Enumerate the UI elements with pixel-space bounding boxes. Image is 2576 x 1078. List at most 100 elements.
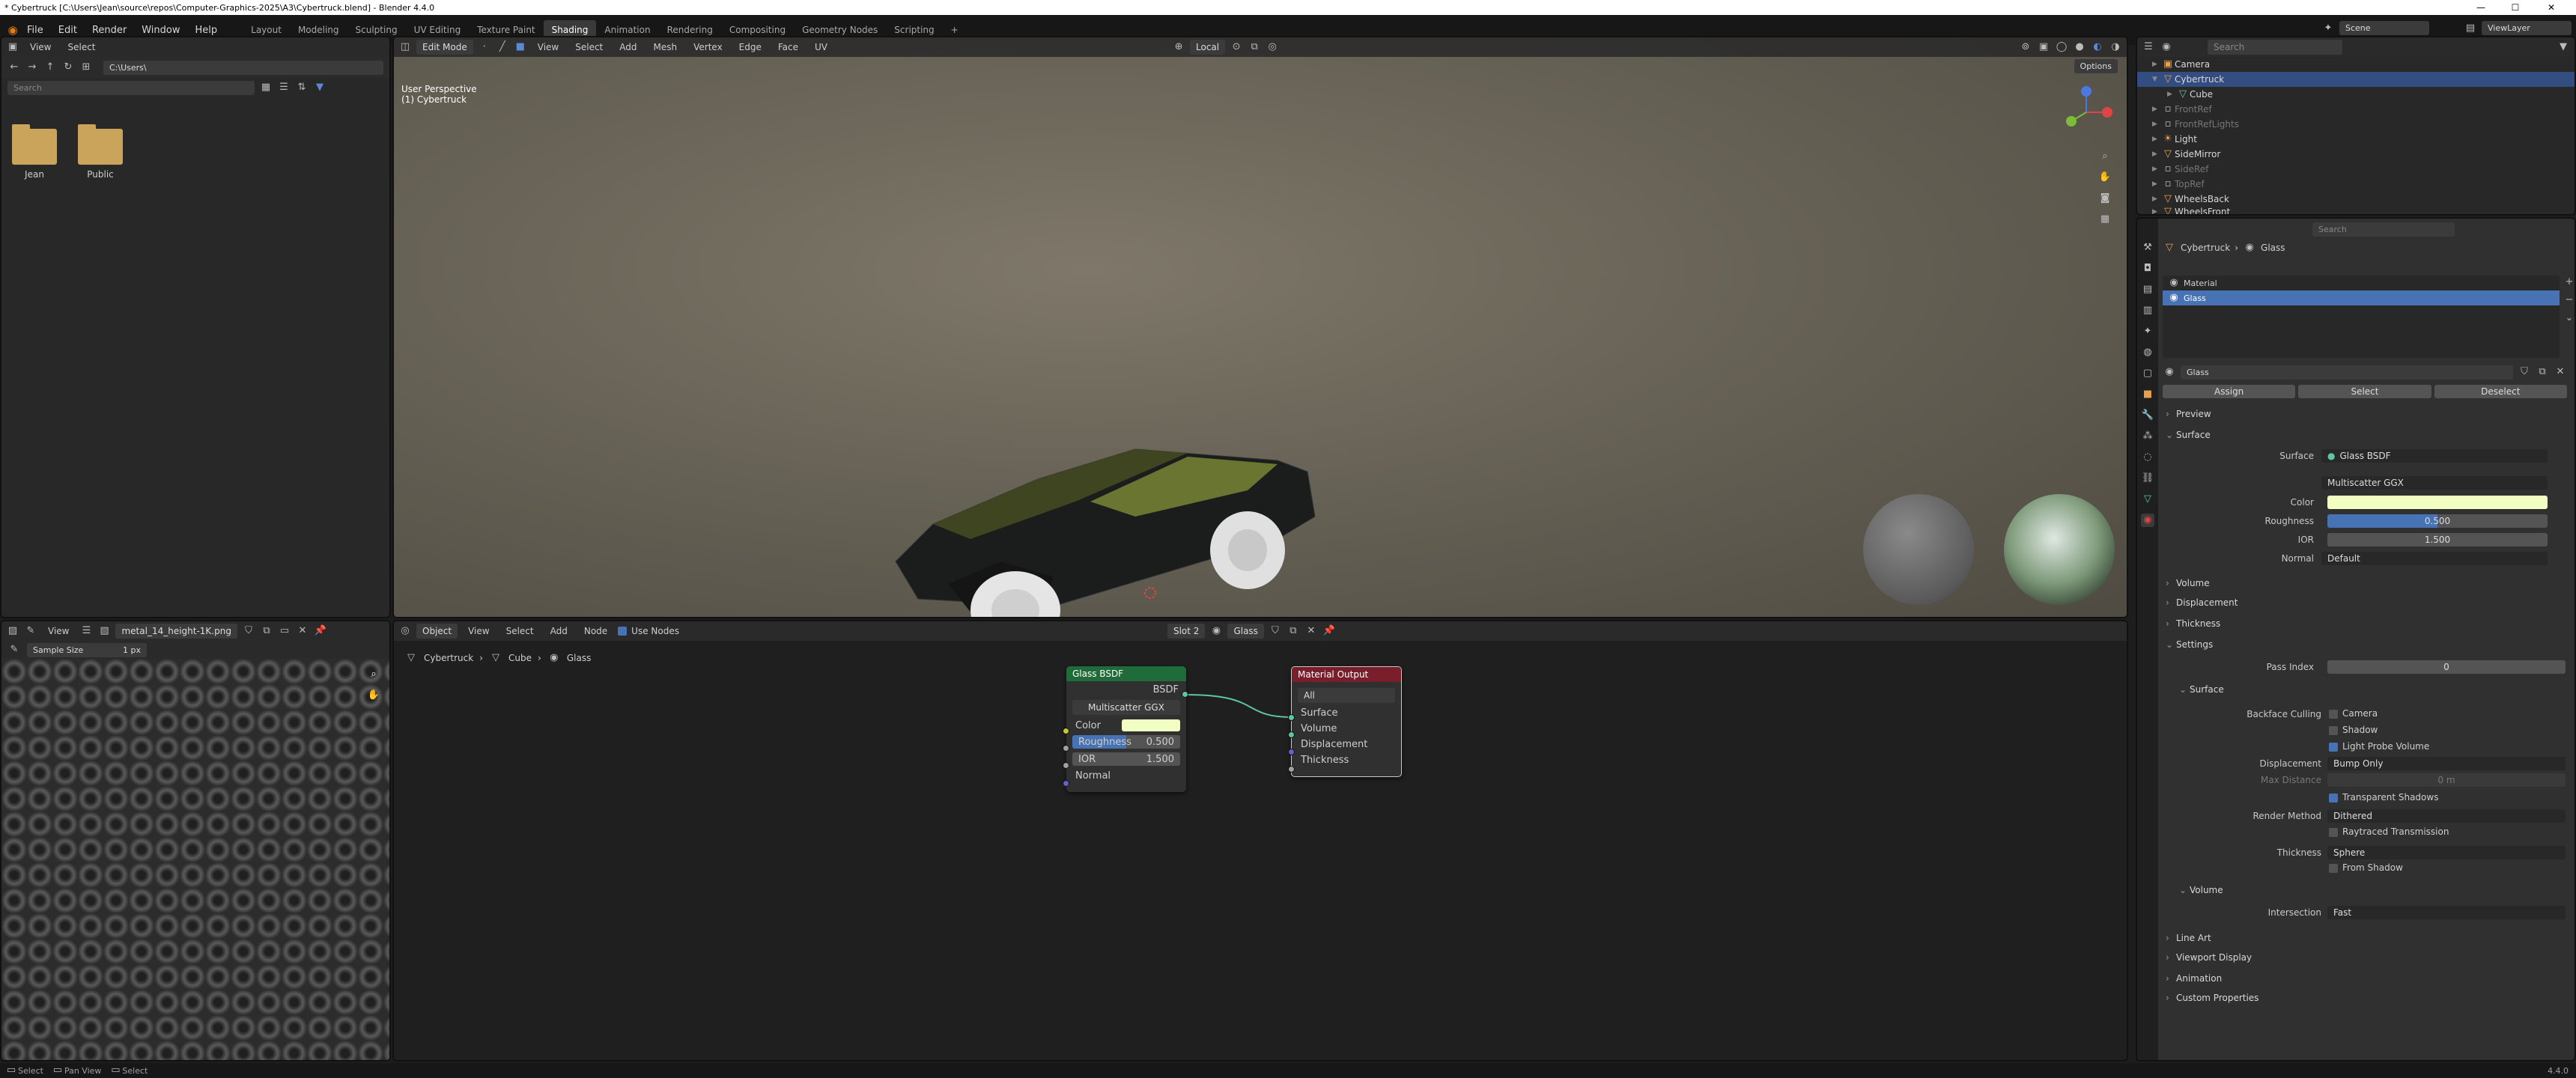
xray-icon[interactable]: ▣ [2037,40,2050,54]
select-button[interactable]: Select [2298,385,2431,398]
editor-type-icon[interactable]: ☰ [2142,40,2155,54]
glass-ior-field[interactable]: IOR 1.500 [1072,752,1180,766]
menu-window[interactable]: Window [134,25,187,36]
outliner-row-cube[interactable]: ▶ ▽ Cube [2137,87,2575,102]
sort-icon[interactable]: ⇅ [295,81,309,94]
shading-rendered-icon[interactable]: ◑ [2109,40,2122,54]
section-preview[interactable]: › Preview [2160,406,2564,422]
normal-input-socket[interactable] [1063,780,1069,787]
outliner-row-light[interactable]: ▶ ☀ Light [2137,132,2575,147]
view-layer-tab-icon[interactable]: ▥ [2141,304,2154,317]
tool-tab-icon[interactable]: ⚒ [2141,241,2154,255]
scene-name[interactable]: Scene [2339,21,2429,35]
pass-index-field[interactable]: 0 [2327,660,2566,674]
filter-icon[interactable]: ▼ [2557,40,2570,54]
camera-view-icon[interactable]: ◙ [2098,192,2112,205]
sample-size-field[interactable]: Sample Size 1 px [27,642,147,657]
folder-name-public[interactable]: Public [78,169,123,180]
ior-field[interactable]: 1.500 [2327,533,2548,546]
navigation-gizmo[interactable] [2056,82,2116,142]
material-browse-icon[interactable]: ◉ [2163,365,2176,379]
path-field[interactable]: C:\Users\ [103,60,383,75]
menu-file[interactable]: File [19,25,51,36]
raytraced-transmission-checkbox[interactable]: Raytraced Transmission [2329,826,2449,837]
open-image-icon[interactable]: ▭ [278,624,291,638]
orientation-dropdown[interactable]: Local [1190,40,1226,55]
menu-help[interactable]: Help [188,25,225,36]
section-surface[interactable]: ⌄ Surface [2160,427,2564,443]
displacement-input-socket[interactable] [1288,749,1295,755]
data-tab-icon[interactable]: ▽ [2141,493,2154,506]
color-swatch[interactable] [2327,496,2548,509]
viewport-menu-uv[interactable]: UV [809,40,833,55]
render-tab-icon[interactable]: ◘ [2141,262,2154,275]
material-slot-row-active[interactable]: ◉ Glass [2163,290,2560,305]
outliner-search[interactable]: Search [2208,40,2342,55]
forward-arrow-icon[interactable]: → [25,61,39,74]
edge-select-icon[interactable]: ╱ [496,40,509,54]
proportional-edit-icon[interactable]: ◎ [1266,40,1279,54]
glass-roughness-slider[interactable]: Roughness 0.500 [1072,735,1180,749]
overlay-icon[interactable]: ⊚ [2019,40,2032,54]
material-name-field[interactable]: Glass [2181,365,2513,380]
add-slot-icon[interactable]: + [2563,275,2575,289]
new-image-icon[interactable]: ⧉ [260,624,273,638]
parent-dir-icon[interactable]: ↑ [43,61,57,74]
options-button[interactable]: Options [2074,59,2118,73]
paint-mode-icon[interactable]: ✎ [24,624,37,638]
folder-icon[interactable] [78,124,123,165]
filter-icon[interactable]: ▼ [313,81,326,94]
editor-type-icon[interactable]: ◫ [398,40,412,54]
material-tab-icon[interactable]: ◉ [2141,514,2154,527]
roughness-input-socket[interactable] [1063,745,1069,752]
unlink-icon[interactable]: ✕ [2554,365,2567,379]
intersection-dropdown[interactable]: Fast [2327,906,2566,919]
new-folder-icon[interactable]: ⊞ [79,61,93,74]
editor-type-icon[interactable]: ▨ [6,624,19,638]
physics-tab-icon[interactable]: ◌ [2141,451,2154,464]
duplicate-icon[interactable]: ⧉ [2536,365,2549,379]
image-browse-icon[interactable]: ▧ [97,624,111,638]
volume-input-socket[interactable] [1288,731,1295,738]
zoom-icon[interactable]: ⌕ [2098,150,2112,163]
editor-type-icon[interactable]: ▣ [6,40,19,54]
color-input-socket[interactable] [1063,728,1069,734]
file-view-menu[interactable]: View [24,40,57,55]
pan-hand-icon[interactable]: ✋ [367,689,380,702]
viewport-menu-add[interactable]: Add [613,40,643,55]
image-name-field[interactable]: metal_14_height-1K.png [115,624,237,639]
menu-render[interactable]: Render [85,25,134,36]
shader-node-editor[interactable]: ◎ Object View Select Add Node Use Nodes … [392,620,2128,1062]
displacement-dropdown[interactable]: Bump Only [2327,757,2566,770]
section-volume[interactable]: › Volume [2160,575,2564,591]
outliner-row-cybertruck[interactable]: ▼ ▽ Cybertruck [2137,72,2575,87]
viewlayer-name[interactable]: ViewLayer [2482,21,2572,35]
outliner-row-wheelsfront[interactable]: ▶ ▽ WheelsFront [2137,207,2575,214]
section-animation[interactable]: › Animation [2160,970,2564,987]
world-tab-icon[interactable]: ◍ [2141,346,2154,359]
section-displacement[interactable]: › Displacement [2160,594,2564,611]
section-line-art[interactable]: › Line Art [2160,930,2564,946]
outliner-row-sidemirror[interactable]: ▶ ▽ SideMirror [2137,147,2575,162]
pin-icon[interactable]: 📌 [314,624,327,638]
outliner-row-wheelsback[interactable]: ▶ ▽ WheelsBack [2137,192,2575,207]
bsdf-output-socket[interactable] [1182,691,1188,698]
thickness-input-socket[interactable] [1288,766,1295,773]
surface-input-socket[interactable] [1288,714,1295,721]
image-view-menu[interactable]: View [42,624,75,639]
outliner-row-camera[interactable]: ▶ ▣ Camera [2137,57,2575,72]
roughness-slider[interactable]: 0.500 [2327,514,2548,528]
surface-shader-field[interactable]: ● Glass BSDF [2321,449,2548,463]
pivot-icon[interactable]: ⊙ [1230,40,1243,54]
subsection-volume[interactable]: ⌄ Volume [2160,882,2564,898]
remove-slot-icon[interactable]: − [2563,293,2575,307]
file-select-menu[interactable]: Select [61,40,101,55]
subsection-surface[interactable]: ⌄ Surface [2160,681,2564,698]
display-mode-icon[interactable]: ◉ [2160,40,2173,54]
sample-tool-icon[interactable]: ✎ [7,643,21,657]
distribution-dropdown[interactable]: Multiscatter GGX [2321,476,2548,490]
viewport-menu-edge[interactable]: Edge [733,40,768,55]
fake-user-icon[interactable]: ⛉ [2518,365,2531,379]
blender-logo-icon[interactable]: ◉ [6,23,19,37]
viewport-menu-select[interactable]: Select [569,40,609,55]
